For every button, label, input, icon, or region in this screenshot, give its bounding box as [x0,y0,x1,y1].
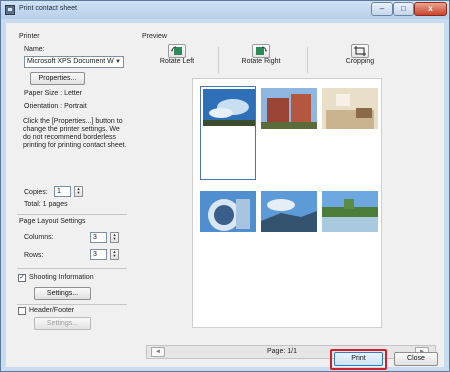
close-button[interactable]: Close [394,352,438,366]
toolbar-divider [218,47,219,73]
rotate-left-icon [168,44,186,58]
thumbnail-image [322,191,378,232]
close-window-button[interactable]: x [414,2,447,16]
thumbnail-3[interactable] [322,88,378,129]
total-pages-text: Total: 1 pages [24,201,68,208]
maximize-button[interactable]: □ [393,2,414,16]
chevron-down-icon: ▼ [115,59,121,65]
paper-size-text: Paper Size : Letter [24,90,82,97]
thumbnail-image [203,89,255,126]
thumbnail-1[interactable] [200,86,256,180]
settings-panel: Printer Name: Microsoft XPS Document W ▼… [6,23,137,345]
cropping-button[interactable]: Cropping [340,44,380,65]
thumbnail-image [261,88,317,129]
shooting-info-checkbox[interactable]: ✓ [18,274,26,282]
page-layout-section-label: Page Layout Settings [19,218,86,225]
crop-icon [351,44,369,58]
copies-input[interactable]: 1 [54,186,71,197]
divider [17,304,127,305]
properties-note: Click the [Properties...] button to chan… [23,118,127,149]
rotate-right-icon [252,44,270,58]
rotate-left-button[interactable]: Rotate Left [157,44,197,65]
printer-select[interactable]: Microsoft XPS Document W ▼ [24,56,124,68]
copies-label: Copies: [24,189,48,196]
print-button-highlight [330,349,387,370]
print-contact-sheet-window: Print contact sheet – □ x Printer Name: … [0,0,450,372]
minimize-button[interactable]: – [371,2,393,16]
preview-section-label: Preview [142,33,167,40]
columns-stepper[interactable]: ▲ ▼ [110,232,119,243]
properties-button[interactable]: Properties... [30,72,85,85]
page-indicator: Page: 1/1 [267,348,297,355]
window-title: Print contact sheet [19,5,77,12]
thumbnail-6[interactable] [322,191,378,232]
preview-page [192,78,382,328]
rotate-right-label: Rotate Right [241,58,281,65]
rows-input[interactable]: 3 [90,249,107,260]
columns-label: Columns: [24,234,54,241]
shooting-info-label: Shooting Information [29,274,94,281]
cropping-label: Cropping [345,58,375,65]
thumbnail-image [322,88,378,129]
thumbnail-4[interactable] [200,191,256,232]
shooting-info-settings-button[interactable]: Settings... [34,287,91,300]
page-navigation-bar: ◄ Page: 1/1 ► [146,345,436,359]
previous-page-button[interactable]: ◄ [151,347,165,357]
rotate-left-label: Rotate Left [159,58,195,65]
header-footer-settings-button[interactable]: Settings... [34,317,91,330]
thumbnail-image [200,191,256,232]
orientation-text: Orientation : Portrait [24,103,87,110]
printer-select-value: Microsoft XPS Document W [27,58,114,65]
columns-input[interactable]: 3 [90,232,107,243]
header-footer-label: Header/Footer [29,307,75,314]
toolbar-divider [307,47,308,73]
thumbnail-5[interactable] [261,191,317,232]
thumbnail-2[interactable] [261,88,317,129]
divider [17,268,127,269]
dialog-body: Printer Name: Microsoft XPS Document W ▼… [6,23,444,367]
copies-stepper[interactable]: ▲ ▼ [74,186,83,197]
header-footer-checkbox[interactable] [18,307,26,315]
printer-name-label: Name: [24,46,45,53]
rows-label: Rows: [24,252,44,259]
thumbnail-image [261,191,317,232]
divider [17,214,127,215]
title-bar[interactable]: Print contact sheet – □ x [1,1,449,19]
printer-section-label: Printer [19,33,40,40]
app-icon [5,5,15,15]
rows-stepper[interactable]: ▲ ▼ [110,249,119,260]
rotate-right-button[interactable]: Rotate Right [238,44,284,65]
